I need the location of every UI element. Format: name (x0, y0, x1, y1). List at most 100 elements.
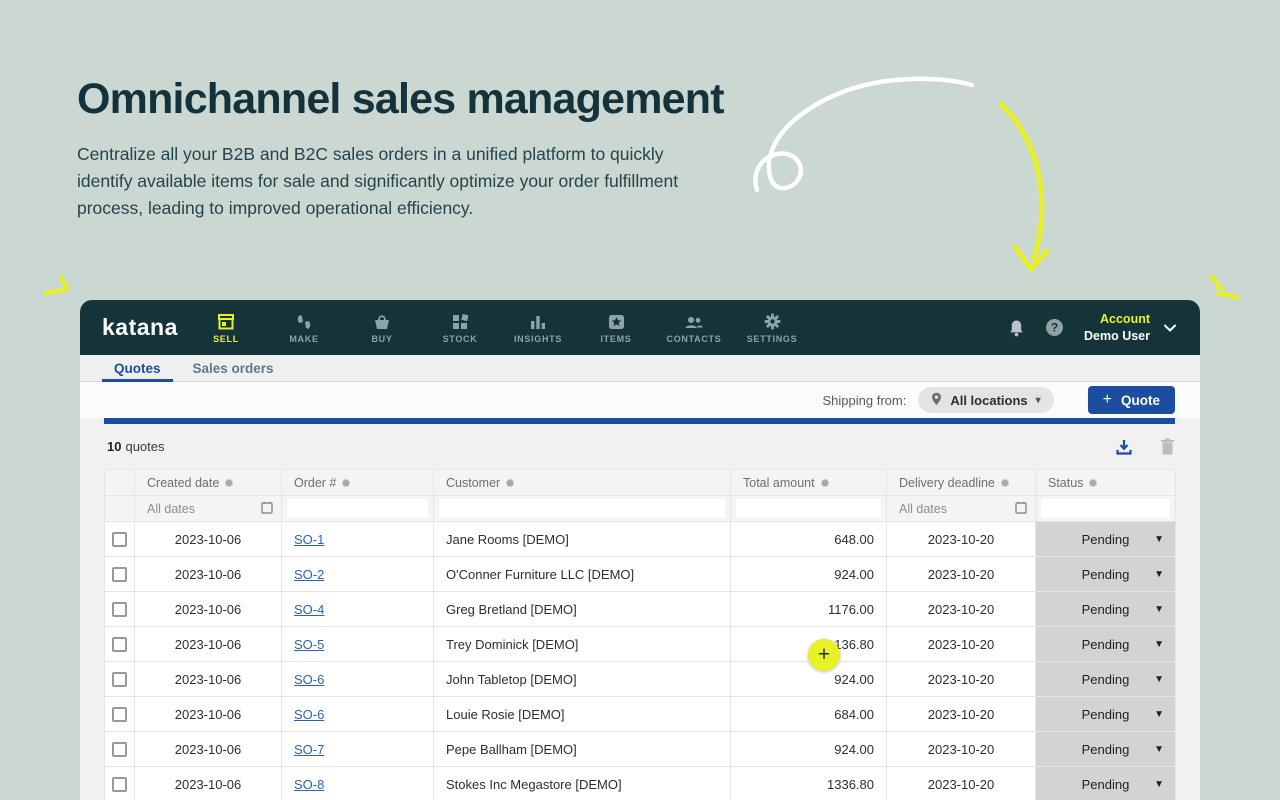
app-window: katana SELL MAKE BUY (80, 300, 1200, 800)
status-dropdown[interactable]: Pending ▼ (1036, 662, 1175, 696)
created-date-cell: 2023-10-06 (135, 627, 282, 662)
status-dropdown[interactable]: Pending ▼ (1036, 522, 1175, 556)
top-navbar: katana SELL MAKE BUY (80, 300, 1200, 355)
tab-sales-orders[interactable]: Sales orders (181, 355, 286, 381)
created-date-cell: 2023-10-06 (135, 697, 282, 732)
caret-down-icon: ▼ (1154, 674, 1164, 685)
bar-chart-icon (530, 313, 546, 330)
created-date-cell: 2023-10-06 (135, 662, 282, 697)
notifications-bell-icon[interactable] (1008, 319, 1025, 337)
customer-cell: Greg Bretland [DEMO] (434, 592, 731, 627)
order-number-link[interactable]: SO-5 (294, 637, 324, 652)
table-filter-row: All dates All dates (105, 496, 1176, 522)
nav-item-items[interactable]: ITEMS (577, 311, 655, 344)
order-filter-input[interactable] (287, 499, 428, 518)
quotes-table: Created date Order # Customer Total amou… (104, 469, 1176, 800)
info-icon (342, 479, 350, 487)
items-star-icon (608, 313, 625, 330)
sparkle-right (1212, 277, 1237, 297)
table-row: 2023-10-06 SO-5 Trey Dominick [DEMO] 136… (105, 627, 1176, 662)
download-icon[interactable] (1115, 438, 1133, 456)
order-number-link[interactable]: SO-6 (294, 707, 324, 722)
status-dropdown[interactable]: Pending ▼ (1036, 697, 1175, 731)
row-checkbox[interactable] (112, 637, 127, 652)
main-nav: SELL MAKE BUY STOCK (187, 311, 811, 344)
nav-item-buy[interactable]: BUY (343, 311, 421, 344)
row-checkbox[interactable] (112, 742, 127, 757)
nav-item-sell[interactable]: SELL (187, 311, 265, 344)
delivery-deadline-cell: 2023-10-20 (887, 662, 1036, 697)
status-filter-input[interactable] (1041, 499, 1170, 518)
col-order-number[interactable]: Order # (282, 470, 434, 496)
summary-row: 10 quotes (80, 424, 1200, 469)
basket-icon (373, 313, 391, 330)
nav-item-insights[interactable]: INSIGHTS (499, 311, 577, 344)
tab-quotes[interactable]: Quotes (102, 355, 173, 381)
chevron-down-icon[interactable] (1164, 320, 1176, 335)
order-number-link[interactable]: SO-2 (294, 567, 324, 582)
quotes-table-body: 2023-10-06 SO-1 Jane Rooms [DEMO] 648.00… (105, 522, 1176, 800)
quote-count-label: quotes (125, 439, 164, 454)
total-amount-cell: 1176.00 (731, 592, 887, 627)
total-filter-input[interactable] (736, 499, 881, 518)
order-number-link[interactable]: SO-8 (294, 777, 324, 792)
delivery-deadline-cell: 2023-10-20 (887, 627, 1036, 662)
order-number-link[interactable]: SO-4 (294, 602, 324, 617)
svg-text:?: ? (1051, 321, 1058, 335)
order-number-link[interactable]: SO-6 (294, 672, 324, 687)
help-icon[interactable]: ? (1045, 318, 1064, 337)
create-new-fab[interactable]: + (808, 639, 840, 671)
location-pin-icon (931, 392, 942, 409)
navbar-right: ? Account Demo User (1008, 311, 1176, 345)
katana-logo: katana (102, 314, 187, 341)
col-customer[interactable]: Customer (434, 470, 731, 496)
nav-item-make[interactable]: MAKE (265, 311, 343, 344)
delivery-deadline-cell: 2023-10-20 (887, 522, 1036, 557)
status-dropdown[interactable]: Pending ▼ (1036, 767, 1175, 800)
created-date-filter[interactable]: All dates (135, 501, 281, 517)
caret-down-icon: ▼ (1154, 709, 1164, 720)
new-quote-button[interactable]: + Quote (1088, 386, 1175, 414)
status-dropdown[interactable]: Pending ▼ (1036, 627, 1175, 661)
hero-section: Omnichannel sales management Centralize … (77, 76, 777, 222)
status-dropdown[interactable]: Pending ▼ (1036, 592, 1175, 626)
col-total-amount[interactable]: Total amount (731, 470, 887, 496)
order-number-link[interactable]: SO-1 (294, 532, 324, 547)
order-number-link[interactable]: SO-7 (294, 742, 324, 757)
row-checkbox[interactable] (112, 567, 127, 582)
gear-icon (764, 313, 781, 330)
page-description: Centralize all your B2B and B2C sales or… (77, 141, 722, 222)
delivery-deadline-cell: 2023-10-20 (887, 557, 1036, 592)
table-actions (1115, 438, 1175, 456)
plus-icon: + (1103, 391, 1112, 409)
account-menu[interactable]: Account Demo User (1084, 311, 1150, 345)
row-checkbox[interactable] (112, 707, 127, 722)
nav-item-stock[interactable]: STOCK (421, 311, 499, 344)
delivery-deadline-cell: 2023-10-20 (887, 732, 1036, 767)
tab-bar: Quotes Sales orders (80, 355, 1200, 382)
customer-cell: Stokes Inc Megastore [DEMO] (434, 767, 731, 800)
col-delivery-deadline[interactable]: Delivery deadline (887, 470, 1036, 496)
location-selector[interactable]: All locations ▾ (918, 387, 1053, 413)
table-row: 2023-10-06 SO-6 Louie Rosie [DEMO] 684.0… (105, 697, 1176, 732)
deadline-date-filter[interactable]: All dates (887, 501, 1035, 517)
row-checkbox[interactable] (112, 602, 127, 617)
status-dropdown[interactable]: Pending ▼ (1036, 732, 1175, 766)
row-checkbox[interactable] (112, 672, 127, 687)
info-icon (225, 479, 233, 487)
col-created-date[interactable]: Created date (135, 470, 282, 496)
row-checkbox[interactable] (112, 777, 127, 792)
nav-item-contacts[interactable]: CONTACTS (655, 311, 733, 344)
quote-count: 10 (107, 439, 121, 454)
col-status[interactable]: Status (1036, 470, 1176, 496)
row-checkbox[interactable] (112, 532, 127, 547)
table-row: 2023-10-06 SO-2 O'Conner Furniture LLC [… (105, 557, 1176, 592)
status-dropdown[interactable]: Pending ▼ (1036, 557, 1175, 591)
trash-icon[interactable] (1160, 438, 1175, 455)
nav-item-settings[interactable]: SETTINGS (733, 311, 811, 344)
customer-filter-input[interactable] (439, 499, 725, 518)
table-row: 2023-10-06 SO-8 Stokes Inc Megastore [DE… (105, 767, 1176, 800)
storefront-icon (217, 313, 235, 330)
delivery-deadline-cell: 2023-10-20 (887, 767, 1036, 800)
info-icon (506, 479, 514, 487)
